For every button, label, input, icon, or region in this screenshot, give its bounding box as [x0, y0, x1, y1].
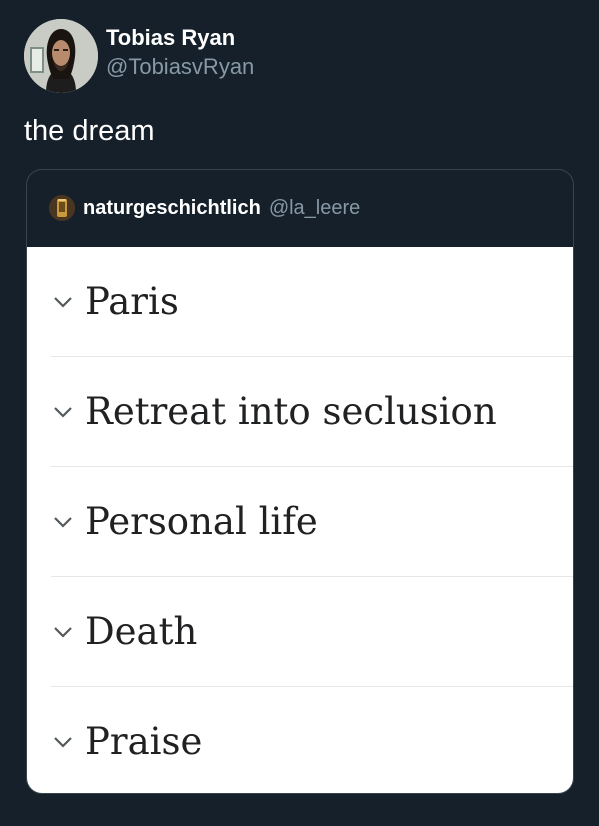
author-avatar[interactable]	[24, 19, 98, 93]
section-title: Personal life	[85, 500, 318, 543]
author-handle[interactable]: @TobiasvRyan	[106, 52, 254, 82]
quoted-tweet-card[interactable]: naturgeschichtlich @la_leere Paris Retre…	[26, 169, 574, 794]
section-title: Praise	[85, 720, 203, 763]
quoted-tweet-header: naturgeschichtlich @la_leere	[27, 170, 573, 246]
quoted-author-avatar[interactable]	[49, 195, 75, 221]
section-row-praise: Praise	[51, 687, 573, 793]
section-row-retreat-into-seclusion: Retreat into seclusion	[51, 357, 573, 467]
section-row-personal-life: Personal life	[51, 467, 573, 577]
tweet-header: Tobias Ryan @TobiasvRyan	[24, 18, 254, 94]
section-row-paris: Paris	[51, 247, 573, 357]
chevron-down-icon	[54, 406, 72, 418]
chevron-down-icon	[54, 296, 72, 308]
author-names: Tobias Ryan @TobiasvRyan	[106, 24, 254, 82]
section-row-death: Death	[51, 577, 573, 687]
chevron-down-icon	[54, 626, 72, 638]
quoted-tweet-media[interactable]: Paris Retreat into seclusion Personal li…	[27, 247, 573, 793]
author-avatar-image	[24, 19, 98, 93]
section-title: Paris	[85, 280, 179, 323]
section-title: Retreat into seclusion	[85, 390, 497, 433]
author-display-name[interactable]: Tobias Ryan	[106, 24, 254, 52]
chevron-down-icon	[54, 736, 72, 748]
chevron-down-icon	[54, 516, 72, 528]
tweet-text: the dream	[24, 115, 155, 147]
quoted-author-display-name[interactable]: naturgeschichtlich	[83, 197, 261, 220]
quoted-author-handle[interactable]: @la_leere	[269, 197, 360, 220]
section-title: Death	[85, 610, 198, 653]
quoted-author-avatar-image	[49, 195, 75, 221]
